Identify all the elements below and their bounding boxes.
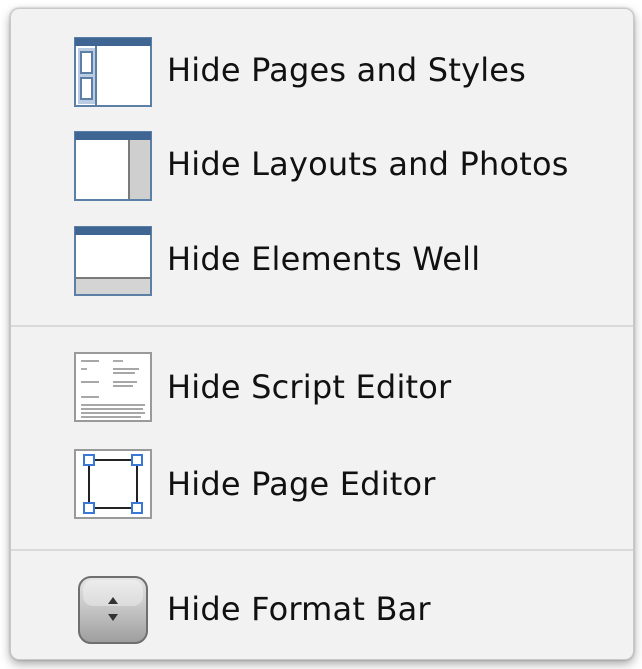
pages-and-styles-panel-icon	[73, 32, 153, 108]
menu-item-label: Hide Format Bar	[167, 590, 431, 628]
menu-item-hide-page-editor[interactable]: Hide Page Editor	[11, 439, 633, 529]
menu-item-hide-elements-well[interactable]: Hide Elements Well	[11, 214, 633, 304]
menu-item-label: Hide Layouts and Photos	[167, 145, 569, 183]
layouts-and-photos-panel-icon	[73, 126, 153, 202]
menu-item-hide-format-bar[interactable]: Hide Format Bar	[11, 564, 633, 654]
page-editor-icon	[73, 446, 153, 522]
menu-separator	[11, 549, 633, 551]
format-bar-stepper-icon	[73, 571, 153, 647]
view-options-menu: Hide Pages and Styles Hide Layouts and P…	[10, 8, 634, 660]
menu-item-label: Hide Pages and Styles	[167, 51, 527, 89]
menu-item-label: Hide Page Editor	[167, 465, 436, 503]
menu-item-hide-layouts-and-photos[interactable]: Hide Layouts and Photos	[11, 119, 633, 209]
menu-item-hide-pages-and-styles[interactable]: Hide Pages and Styles	[11, 25, 633, 115]
menu-item-hide-script-editor[interactable]: Hide Script Editor	[11, 342, 633, 432]
menu-separator	[11, 325, 633, 327]
menu-item-label: Hide Elements Well	[167, 240, 481, 278]
menu-item-label: Hide Script Editor	[167, 368, 452, 406]
script-editor-icon	[73, 349, 153, 425]
elements-well-panel-icon	[73, 221, 153, 297]
